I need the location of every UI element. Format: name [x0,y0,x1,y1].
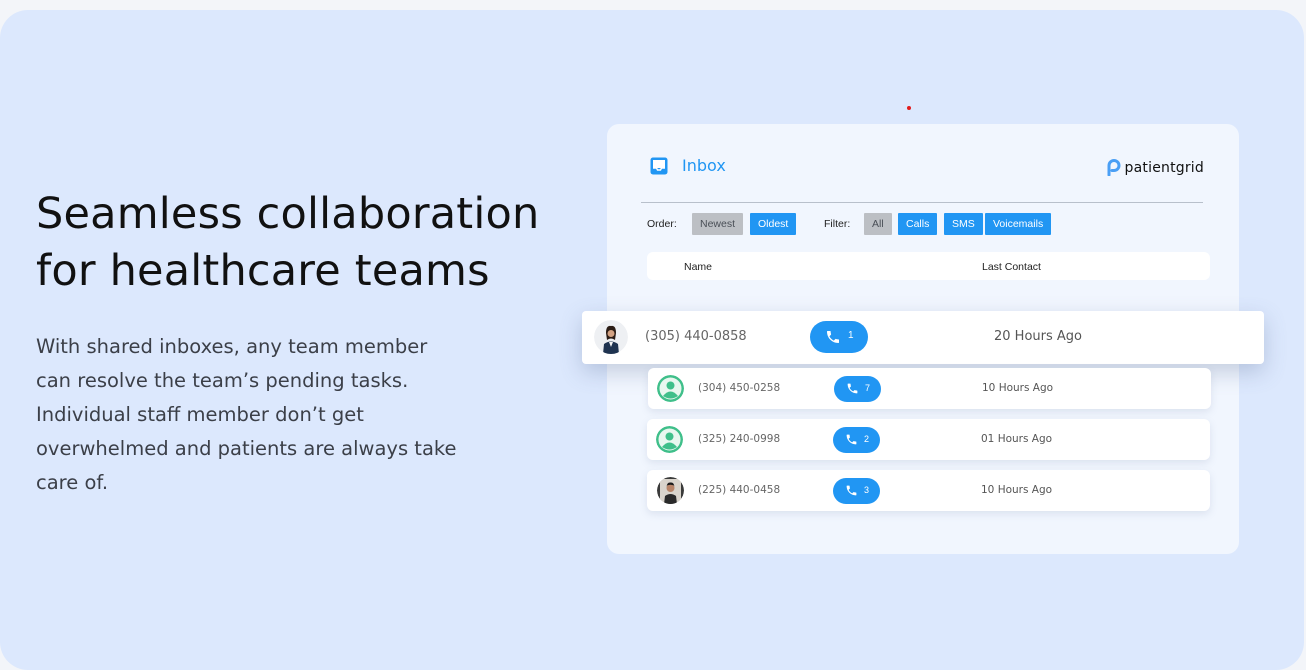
filter-all-button[interactable]: All [864,213,892,235]
phone-number: (305) 440-0858 [645,329,747,344]
brand-logo: patientgrid [1107,159,1204,176]
call-count-button[interactable]: 7 [834,376,881,402]
filter-label: Filter: [824,218,851,230]
inbox-header: Inbox [650,156,726,175]
phone-number: (325) 240-0998 [698,433,781,445]
red-dot-marker [907,106,911,110]
description-line-4: overwhelmed and patients are always take [36,437,457,460]
phone-icon [847,383,858,394]
phone-icon [846,485,857,496]
call-count-button[interactable]: 2 [833,427,880,453]
last-contact: 20 Hours Ago [994,329,1082,344]
phone-number: (225) 440-0458 [698,484,781,496]
table-header: Name Last Contact [647,252,1210,280]
call-count: 1 [848,330,854,341]
sort-filter-bar: Order: Newest Oldest Filter: All Calls S… [647,213,1227,235]
last-contact: 10 Hours Ago [982,382,1054,394]
avatar-photo [657,477,684,504]
description-line-2: can resolve the team’s pending tasks. [36,369,409,392]
filter-voicemails-button[interactable]: Voicemails [985,213,1052,235]
description-line-3: Individual staff member don’t get [36,403,364,426]
description: With shared inboxes, any team member can… [36,330,506,500]
call-count: 7 [865,383,871,393]
last-contact: 10 Hours Ago [981,484,1053,496]
inbox-tray-icon [650,157,668,174]
patientgrid-logo-icon [1107,159,1121,176]
call-count: 2 [864,434,870,444]
default-user-icon [657,375,684,402]
header-divider [641,202,1203,203]
call-count-button[interactable]: 1 [810,321,868,353]
order-label: Order: [647,218,677,230]
headline-line-1: Seamless collaboration [36,189,540,239]
inbox-row[interactable]: (325) 240-0998 2 01 Hours Ago [647,419,1210,460]
call-count: 3 [864,485,870,495]
description-line-5: care of. [36,471,109,494]
inbox-row[interactable]: (225) 440-0458 3 10 Hours Ago [647,470,1210,511]
phone-icon [827,331,839,343]
inbox-row[interactable]: (305) 440-0858 1 20 Hours Ago [582,311,1264,364]
filter-sms-button[interactable]: SMS [944,213,983,235]
column-last-contact[interactable]: Last Contact [982,261,1041,273]
brand-name: patientgrid [1124,159,1204,176]
default-user-icon [656,426,683,453]
description-line-1: With shared inboxes, any team member [36,335,428,358]
phone-number: (304) 450-0258 [698,382,781,394]
headline: Seamless collaboration for healthcare te… [36,186,596,300]
phone-icon [846,434,857,445]
avatar-photo [594,320,628,354]
call-count-button[interactable]: 3 [833,478,880,504]
order-oldest-button[interactable]: Oldest [750,213,797,235]
last-contact: 01 Hours Ago [981,433,1053,445]
inbox-title: Inbox [682,156,726,175]
headline-line-2: for healthcare teams [36,246,490,296]
column-name[interactable]: Name [684,261,712,273]
inbox-row[interactable]: (304) 450-0258 7 10 Hours Ago [648,368,1211,409]
filter-calls-button[interactable]: Calls [898,213,938,235]
order-newest-button[interactable]: Newest [692,213,744,235]
